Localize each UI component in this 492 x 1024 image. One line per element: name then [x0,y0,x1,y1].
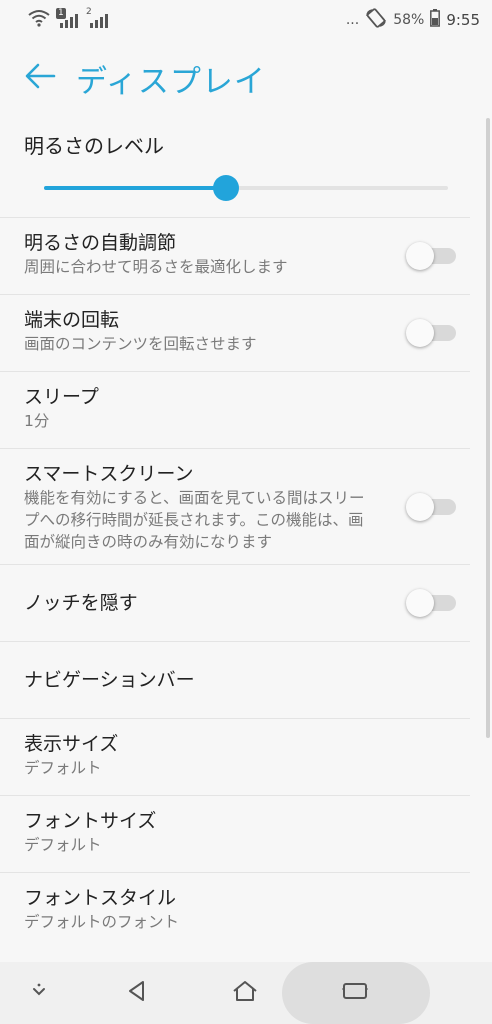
brightness-slider[interactable] [44,175,448,201]
toggle-knob [406,319,434,347]
back-triangle-icon [125,979,149,1007]
toggle-knob [406,493,434,521]
setting-title: スリープ [24,386,99,408]
setting-smart-screen[interactable]: スマートスクリーン 機能を有効にすると、画面を見ている間はスリープへの移行時間が… [0,448,470,564]
setting-subtitle: デフォルト [24,836,102,854]
setting-title: ノッチを隠す [24,592,138,614]
setting-title: ナビゲーションバー [24,669,195,691]
brightness-section: 明るさのレベル [0,118,492,218]
chevron-down-icon [29,981,49,1005]
hide-nav-button[interactable] [18,970,60,1016]
status-bar-left: 1 2 [28,7,110,31]
auto-rotate-icon [365,8,387,32]
wifi-icon [28,9,50,31]
setting-subtitle: 機能を有効にすると、画面を見ている間はスリープへの移行時間が延長されます。この機… [24,489,365,551]
slider-fill [44,186,226,190]
page-title: ディスプレイ [76,63,266,100]
setting-navigation-bar[interactable]: ナビゲーションバー [0,641,470,718]
arrow-left-icon [24,62,56,94]
battery-icon [430,9,441,31]
setting-font-style[interactable]: フォントスタイル デフォルトのフォント [0,872,470,949]
clock: 9:55 [446,11,480,29]
hide-notch-toggle[interactable] [406,589,456,617]
status-bar-right: ... 58% 9:55 [346,8,480,32]
battery-percent: 58% [393,12,425,28]
auto-rotate-toggle[interactable] [406,319,456,347]
setting-subtitle: デフォルト [24,759,102,777]
recents-nav-button[interactable] [330,970,380,1016]
home-icon [231,979,259,1007]
setting-title: 端末の回転 [24,309,120,331]
setting-auto-rotate[interactable]: 端末の回転 画面のコンテンツを回転させます [0,294,470,371]
back-button[interactable] [20,58,60,98]
auto-brightness-toggle[interactable] [406,242,456,270]
signal-sim1-icon: 1 [56,8,80,30]
status-bar: 1 2 ... 58% 9:55 [0,0,492,40]
home-nav-button[interactable] [222,970,268,1016]
setting-subtitle: デフォルトのフォント [24,913,180,931]
toggle-knob [406,589,434,617]
navigation-bar [0,962,492,1024]
setting-font-size[interactable]: フォントサイズ デフォルト [0,795,470,872]
toggle-knob [406,242,434,270]
setting-title: フォントサイズ [24,810,157,832]
back-nav-button[interactable] [114,970,160,1016]
setting-title: フォントスタイル [24,887,177,909]
app-bar: ディスプレイ [0,48,492,108]
setting-subtitle: 1分 [24,412,50,430]
smart-screen-toggle[interactable] [406,493,456,521]
settings-list: 明るさの自動調節 周囲に合わせて明るさを最適化します 端末の回転 画面のコンテン… [0,217,470,949]
setting-title: 明るさの自動調節 [24,232,177,254]
scrollbar[interactable] [486,118,490,738]
setting-title: 表示サイズ [24,733,119,755]
setting-subtitle: 画面のコンテンツを回転させます [24,335,257,353]
setting-hide-notch[interactable]: ノッチを隠す [0,564,470,641]
slider-thumb[interactable] [212,175,239,201]
setting-auto-brightness[interactable]: 明るさの自動調節 周囲に合わせて明るさを最適化します [0,217,470,294]
setting-display-size[interactable]: 表示サイズ デフォルト [0,718,470,795]
brightness-title: 明るさのレベル [24,134,164,158]
signal-sim2-icon: 2 [86,7,110,30]
more-indicator: ... [345,12,360,28]
setting-subtitle: 周囲に合わせて明るさを最適化します [24,258,288,276]
setting-title: スマートスクリーン [24,463,194,485]
setting-sleep[interactable]: スリープ 1分 [0,371,470,448]
recents-icon [342,981,368,1005]
